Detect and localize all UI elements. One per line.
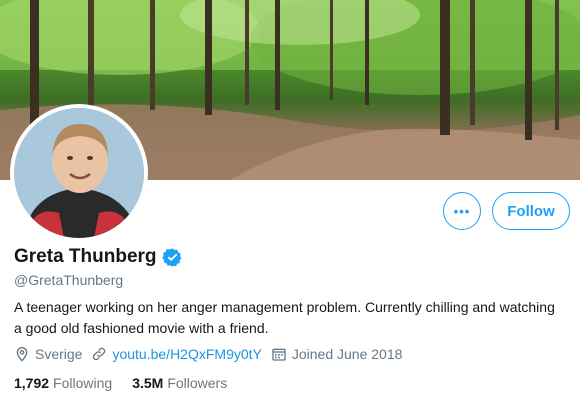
more-options-button[interactable]: ••• [443,192,481,230]
avatar[interactable] [10,104,148,242]
followers-label: Followers [167,375,228,391]
profile-name-row: Greta Thunberg [14,246,183,268]
location-item: Sverige [14,346,82,362]
joined-text: Joined June 2018 [291,346,403,362]
profile-meta: Sverige youtu.be/H2QxFM9y0tY Joined June… [14,346,411,362]
follow-button[interactable]: Follow [492,192,570,230]
website-link[interactable]: youtu.be/H2QxFM9y0tY [112,346,261,362]
profile-name: Greta Thunberg [14,246,157,267]
link-icon [93,347,106,361]
website-item: youtu.be/H2QxFM9y0tY [91,346,262,362]
following-stat[interactable]: 1,792 Following [14,375,112,391]
location-pin-icon [16,347,28,362]
profile-stats: 1,792 Following 3.5M Followers [14,375,247,391]
profile-handle: @GretaThunberg [14,272,124,288]
profile-bio: A teenager working on her anger manageme… [14,299,555,336]
calendar-icon [272,348,286,361]
location-text: Sverige [35,346,83,362]
followers-count: 3.5M [132,375,164,391]
avatar-image [14,108,144,238]
following-label: Following [53,375,113,391]
verified-badge-icon [161,247,182,267]
joined-item: Joined June 2018 [271,346,403,362]
following-count: 1,792 [14,375,50,391]
followers-stat[interactable]: 3.5M Followers [132,375,227,391]
